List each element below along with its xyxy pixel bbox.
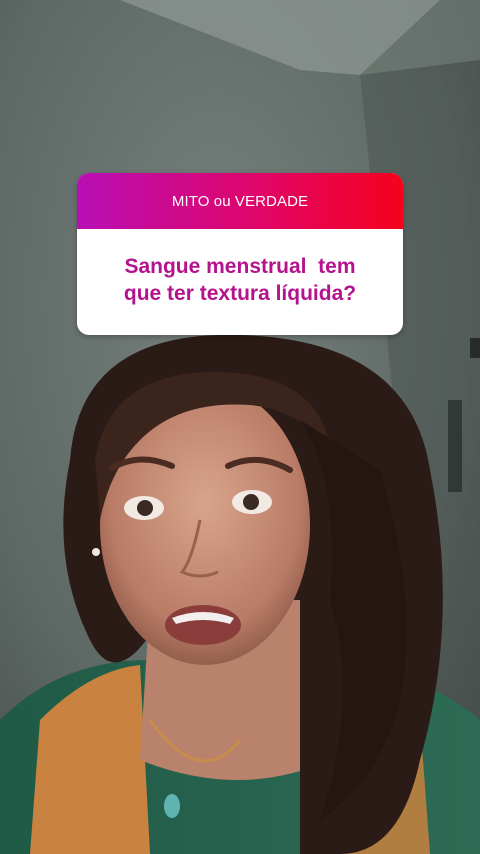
question-sticker-title: MITO ou VERDADE <box>171 192 309 210</box>
question-sticker-body: Sangue menstrual tem que ter textura líq… <box>77 229 403 335</box>
story-viewer[interactable]: MITO ou VERDADE Sangue menstrual tem que… <box>0 0 480 854</box>
question-text: Sangue menstrual tem que ter textura líq… <box>123 255 357 305</box>
question-sticker-header: MITO ou VERDADE <box>77 173 403 229</box>
video-background <box>0 0 480 854</box>
question-sticker[interactable]: MITO ou VERDADE Sangue menstrual tem que… <box>77 173 403 335</box>
